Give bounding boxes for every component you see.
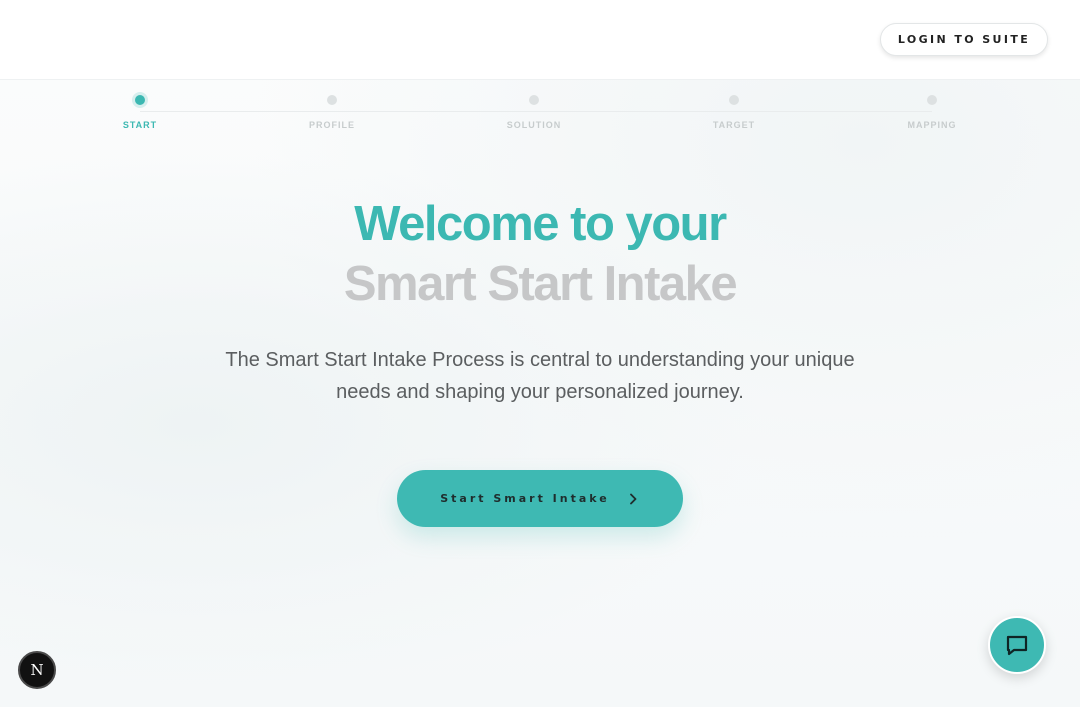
cta-label: Start Smart Intake: [440, 492, 610, 505]
step-indicator-dot: [729, 95, 739, 105]
step-label: PROFILE: [308, 120, 355, 130]
step-label: START: [122, 120, 158, 130]
step-indicator-dot: [132, 92, 148, 108]
chat-icon: [1006, 635, 1028, 656]
step-label: SOLUTION: [506, 120, 562, 130]
step-label: MAPPING: [907, 120, 957, 130]
framework-badge-icon[interactable]: N: [18, 651, 56, 689]
stepper-track: [140, 111, 932, 112]
step-indicator-dot: [927, 95, 937, 105]
chat-launcher-button[interactable]: [988, 616, 1046, 674]
hero-title-line1: Welcome to your: [354, 197, 727, 251]
top-header: LOGIN TO SUITE: [0, 0, 1080, 80]
hero-description: The Smart Start Intake Process is centra…: [225, 349, 855, 403]
login-to-suite-button[interactable]: LOGIN TO SUITE: [880, 23, 1048, 56]
start-smart-intake-button[interactable]: Start Smart Intake: [397, 470, 683, 527]
progress-stepper: START PROFILE SOLUTION TARGET MAPPING: [0, 80, 1080, 140]
step-indicator-dot: [529, 95, 539, 105]
chevron-right-icon: [629, 493, 637, 504]
badge-letter: N: [30, 661, 44, 679]
hero-title-line2: Smart Start Intake: [343, 257, 738, 311]
step-indicator-dot: [327, 95, 337, 105]
step-label: TARGET: [712, 120, 756, 130]
